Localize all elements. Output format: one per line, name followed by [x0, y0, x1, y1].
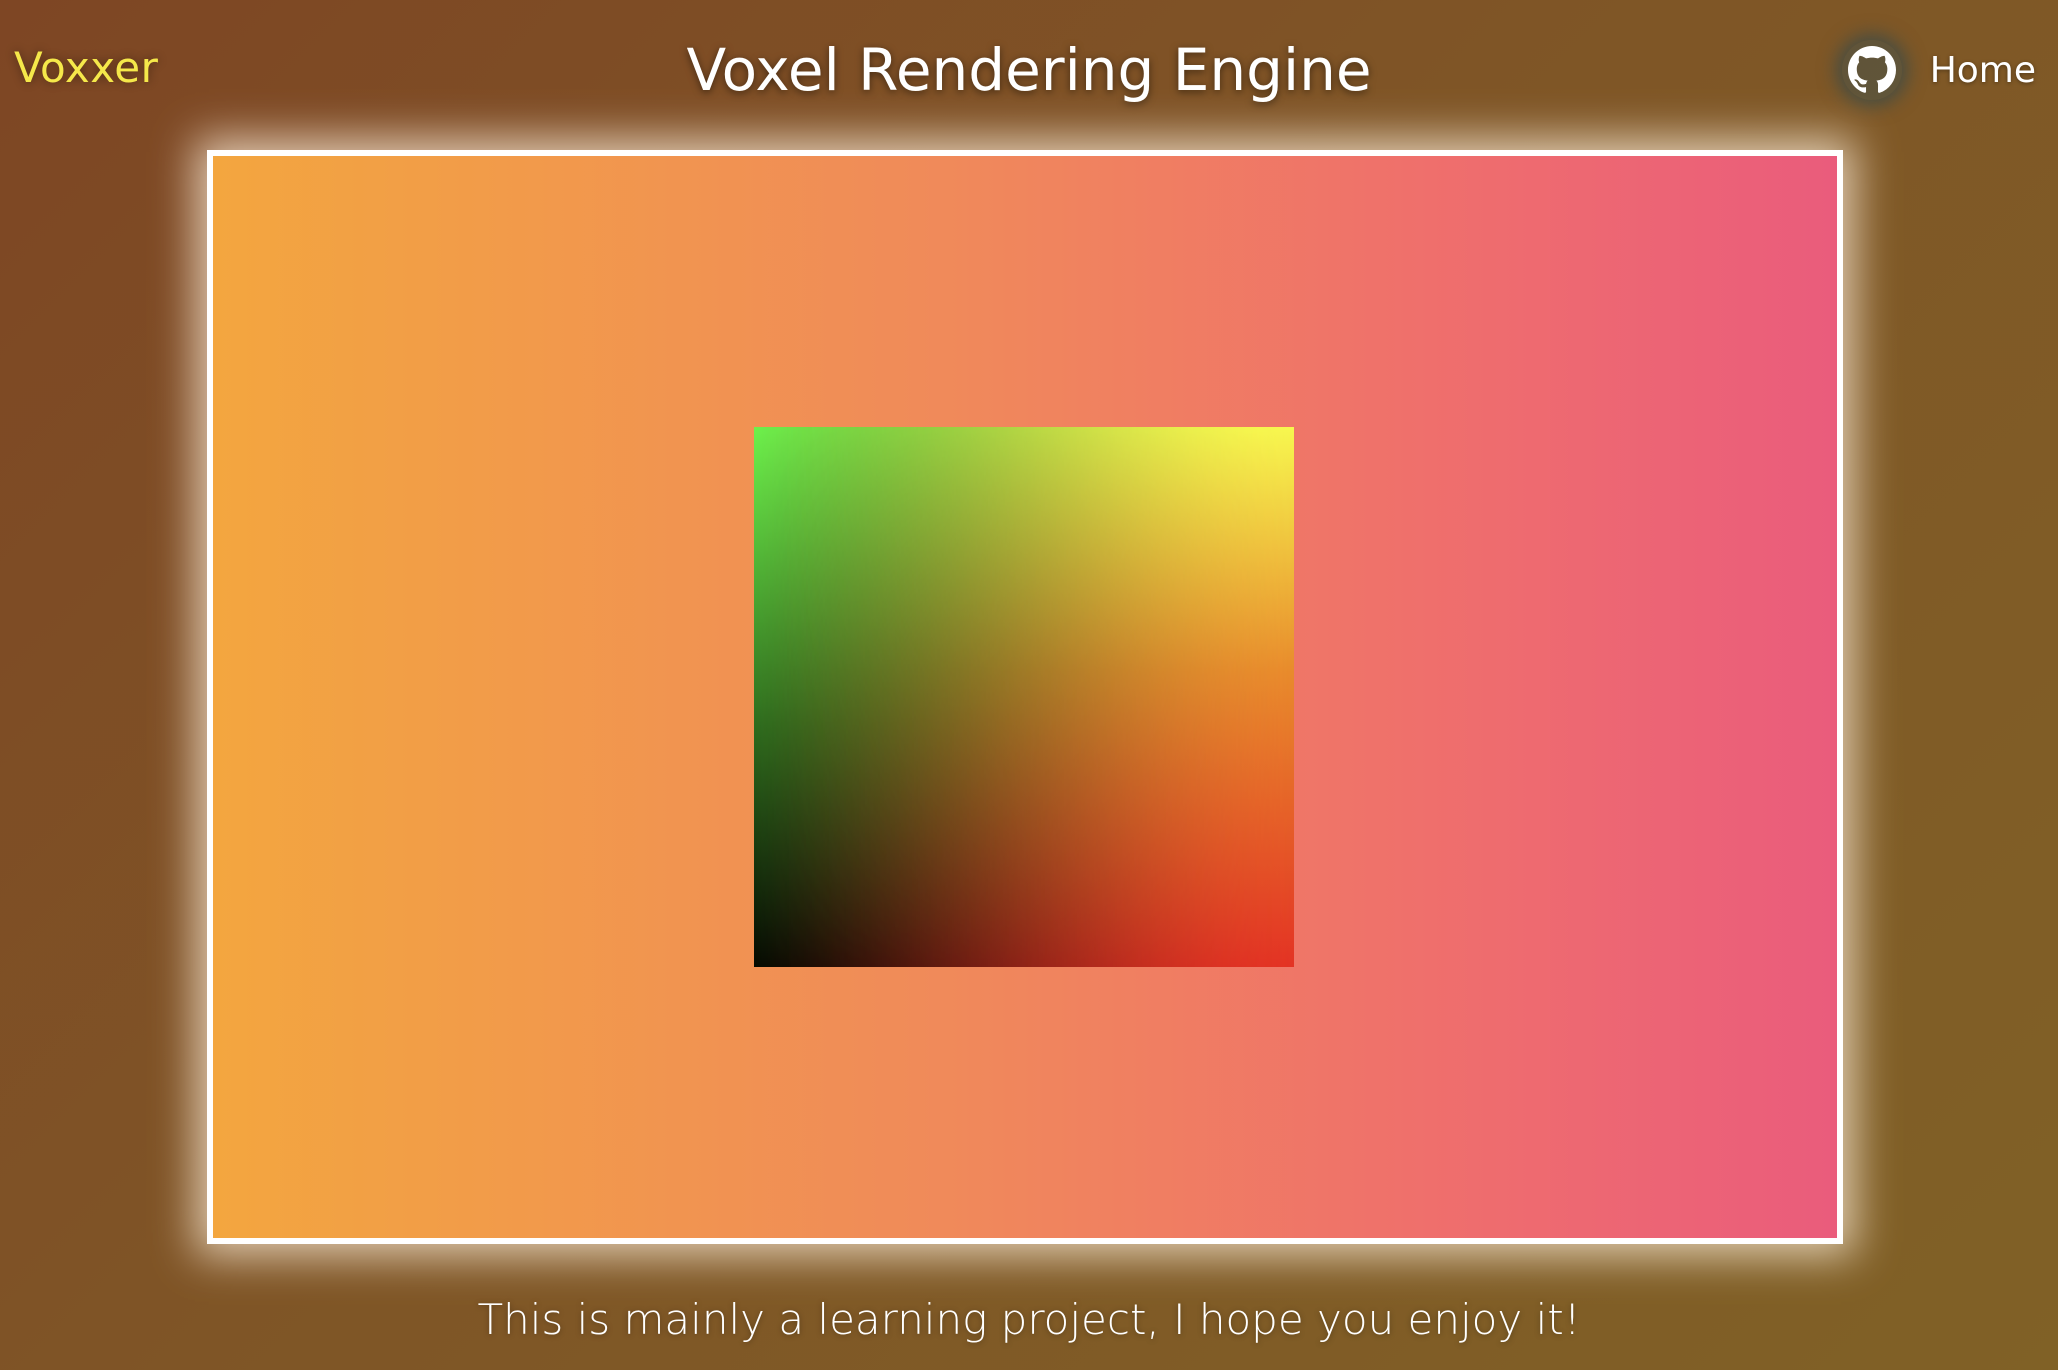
home-link[interactable]: Home [1930, 50, 2036, 91]
github-link[interactable] [1841, 40, 1902, 100]
render-canvas[interactable] [207, 150, 1843, 1244]
page-title: Voxel Rendering Engine [686, 36, 1372, 104]
github-icon [1847, 46, 1896, 93]
voxel-cube-face [754, 427, 1294, 967]
top-nav: Home [1841, 38, 2036, 102]
footer-tagline: This is mainly a learning project, I hop… [477, 1295, 1581, 1344]
voxel-face-red-gradient [754, 427, 1294, 967]
